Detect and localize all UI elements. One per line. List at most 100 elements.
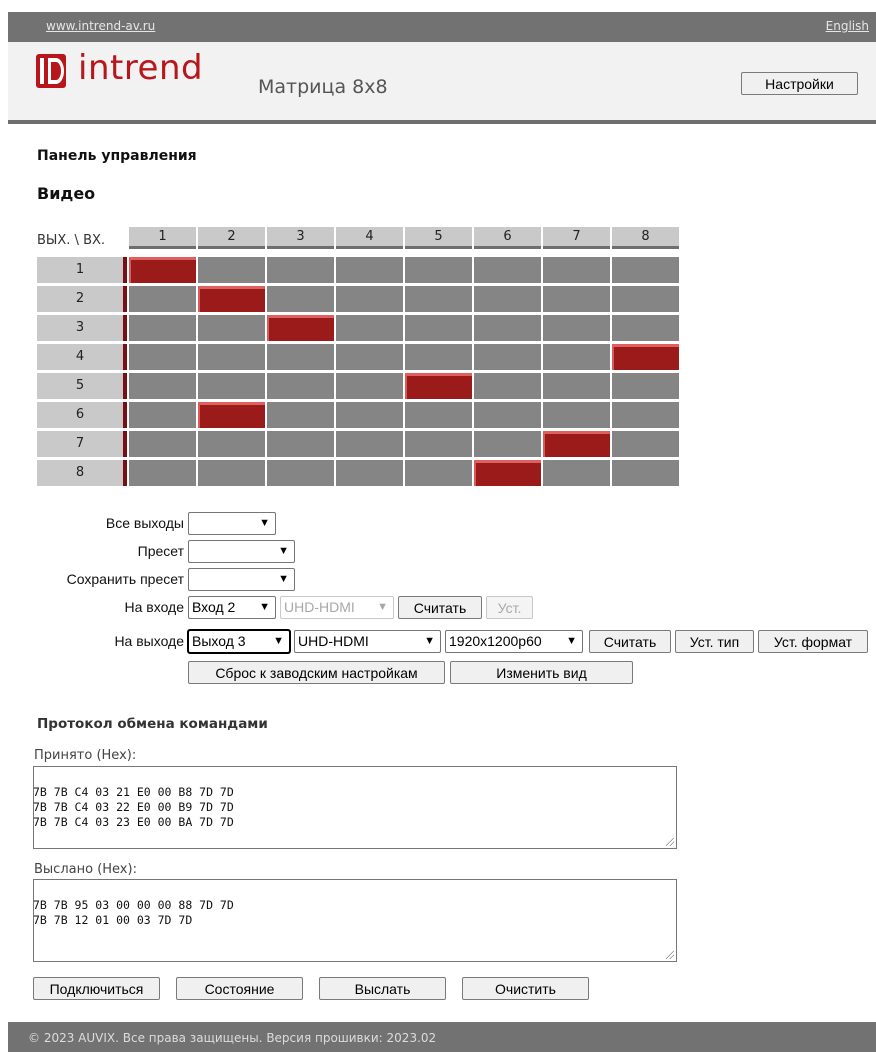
matrix-cell[interactable] (336, 402, 403, 428)
matrix-cell[interactable] (543, 460, 610, 486)
matrix-cell-active[interactable] (129, 257, 196, 283)
matrix-cell[interactable] (405, 402, 472, 428)
input-type-select[interactable]: UHD-HDMI ▼ (280, 596, 394, 619)
matrix-cell[interactable] (267, 344, 334, 370)
matrix-cell[interactable] (543, 402, 610, 428)
matrix-cell[interactable] (474, 315, 541, 341)
matrix-cell[interactable] (267, 431, 334, 457)
preset-select[interactable]: ▼ (188, 540, 295, 563)
connect-button[interactable]: Подключиться (33, 977, 160, 1000)
matrix-cell[interactable] (474, 344, 541, 370)
matrix-input-header-2: 2 (198, 227, 265, 249)
set-format-button[interactable]: Уст. формат (758, 630, 868, 653)
matrix-cell-active[interactable] (198, 286, 265, 312)
matrix-cell[interactable] (405, 431, 472, 457)
clear-button[interactable]: Очистить (462, 977, 589, 1000)
all-outputs-select[interactable]: ▼ (188, 512, 276, 535)
resize-grip-icon[interactable] (666, 838, 674, 846)
matrix-cell[interactable] (474, 402, 541, 428)
save-preset-select[interactable]: ▼ (188, 568, 295, 591)
resize-grip-icon[interactable] (666, 951, 674, 959)
matrix-cell[interactable] (612, 431, 679, 457)
matrix-cell[interactable] (129, 286, 196, 312)
matrix-cell[interactable] (336, 315, 403, 341)
received-textarea[interactable]: 7B 7B C4 03 21 E0 00 B8 7D 7D 7B 7B C4 0… (33, 766, 677, 849)
input-label: На входе (124, 599, 185, 615)
matrix-cell[interactable] (198, 460, 265, 486)
input-set-button[interactable]: Уст. (486, 596, 533, 619)
matrix-cell-active[interactable] (198, 402, 265, 428)
factory-reset-button[interactable]: Сброс к заводским настройкам (188, 661, 445, 684)
matrix-cell[interactable] (129, 431, 196, 457)
output-format-select[interactable]: 1920x1200p60 ▼ (445, 630, 583, 653)
matrix-cell[interactable] (129, 344, 196, 370)
send-button[interactable]: Выслать (319, 977, 446, 1000)
matrix-cell-active[interactable] (543, 431, 610, 457)
matrix-cell[interactable] (336, 431, 403, 457)
set-type-button[interactable]: Уст. тип (675, 630, 754, 653)
matrix-cell[interactable] (474, 373, 541, 399)
matrix-cell[interactable] (543, 373, 610, 399)
matrix-cell[interactable] (267, 286, 334, 312)
matrix-cell[interactable] (198, 315, 265, 341)
matrix-cell[interactable] (267, 402, 334, 428)
site-link[interactable]: www.intrend-av.ru (46, 19, 155, 33)
matrix-cell[interactable] (198, 344, 265, 370)
matrix-cell-active[interactable] (405, 373, 472, 399)
matrix-output-header-2: 2 (37, 286, 127, 312)
matrix-cell[interactable] (474, 431, 541, 457)
matrix-cell-active[interactable] (612, 344, 679, 370)
matrix-cell[interactable] (612, 286, 679, 312)
matrix-cell[interactable] (543, 315, 610, 341)
matrix-cell[interactable] (198, 373, 265, 399)
matrix-cell[interactable] (543, 286, 610, 312)
save-preset-label: Сохранить пресет (66, 571, 184, 587)
matrix-cell[interactable] (474, 257, 541, 283)
matrix-output-header-7: 7 (37, 431, 127, 457)
matrix-cell[interactable] (267, 460, 334, 486)
footer: © 2023 AUVIX. Все права защищены. Версия… (8, 1022, 876, 1052)
matrix-cell[interactable] (336, 257, 403, 283)
matrix-cell[interactable] (405, 344, 472, 370)
sent-label: Выслано (Hex): (34, 862, 137, 877)
matrix-cell[interactable] (405, 315, 472, 341)
matrix-cell[interactable] (336, 344, 403, 370)
matrix-cell-active[interactable] (267, 315, 334, 341)
matrix-cell[interactable] (612, 315, 679, 341)
matrix-cell[interactable] (612, 257, 679, 283)
matrix-cell[interactable] (405, 257, 472, 283)
matrix-cell[interactable] (405, 460, 472, 486)
matrix-cell[interactable] (336, 460, 403, 486)
matrix-cell[interactable] (612, 402, 679, 428)
matrix-cell[interactable] (129, 402, 196, 428)
matrix-cell-active[interactable] (474, 460, 541, 486)
settings-button[interactable]: Настройки (741, 72, 858, 95)
matrix-cell[interactable] (543, 257, 610, 283)
change-view-button[interactable]: Изменить вид (450, 661, 633, 684)
output-type-select[interactable]: UHD-HDMI ▼ (294, 630, 441, 653)
matrix-cell[interactable] (336, 373, 403, 399)
matrix-cell[interactable] (129, 373, 196, 399)
matrix-cell[interactable] (198, 257, 265, 283)
matrix-cell[interactable] (198, 431, 265, 457)
matrix-input-header-5: 5 (405, 227, 472, 249)
status-button[interactable]: Состояние (176, 977, 303, 1000)
output-read-button[interactable]: Считать (589, 630, 671, 653)
sent-textarea[interactable]: 7B 7B 95 03 00 00 00 88 7D 7D 7B 7B 12 0… (33, 879, 677, 962)
input-select[interactable]: Вход 2 ▼ (188, 596, 276, 619)
matrix-cell[interactable] (129, 315, 196, 341)
matrix-cell[interactable] (405, 286, 472, 312)
output-select[interactable]: Выход 3 ▼ (187, 629, 291, 654)
language-link[interactable]: English (826, 19, 869, 33)
header: intrend Матрица 8x8 Настройки (8, 42, 876, 124)
matrix-cell[interactable] (612, 373, 679, 399)
matrix-cell[interactable] (543, 344, 610, 370)
input-read-button[interactable]: Считать (398, 596, 482, 619)
matrix-cell[interactable] (474, 286, 541, 312)
matrix-cell[interactable] (336, 286, 403, 312)
chevron-down-icon: ▼ (259, 517, 270, 529)
matrix-cell[interactable] (267, 257, 334, 283)
matrix-cell[interactable] (129, 460, 196, 486)
matrix-cell[interactable] (267, 373, 334, 399)
matrix-cell[interactable] (612, 460, 679, 486)
